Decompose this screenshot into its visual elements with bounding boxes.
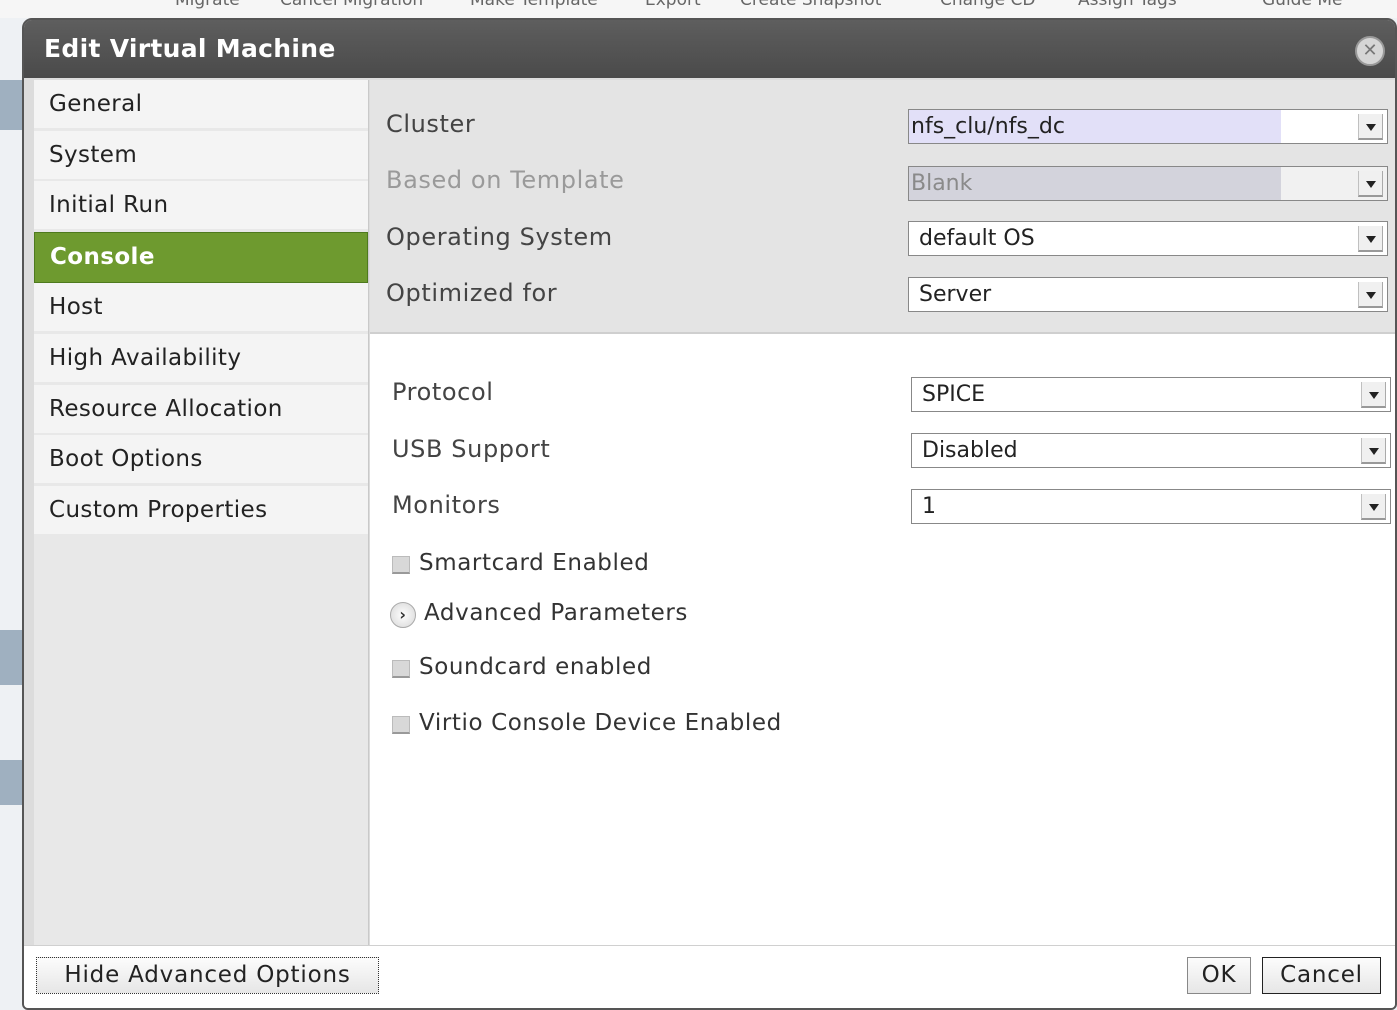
- template-select: Blank: [908, 166, 1388, 201]
- usb-label: USB Support: [392, 435, 551, 463]
- hide-advanced-options-button[interactable]: Hide Advanced Options: [36, 957, 379, 994]
- sidebar-item-resource-allocation[interactable]: Resource Allocation: [34, 385, 368, 433]
- bg-toolbar-item: Change CD: [940, 0, 1036, 10]
- os-label: Operating System: [386, 223, 613, 251]
- dialog-footer: Hide Advanced Options OK Cancel: [24, 945, 1395, 1008]
- background-strip: [0, 630, 22, 685]
- monitors-select[interactable]: 1: [911, 489, 1391, 524]
- content-panel: Cluster nfs_clu/nfs_dc Based on Template…: [370, 80, 1395, 945]
- soundcard-checkbox[interactable]: [392, 660, 410, 678]
- sidebar-item-initial-run[interactable]: Initial Run: [34, 181, 368, 229]
- bg-toolbar-item: Export: [645, 0, 701, 10]
- cluster-select[interactable]: nfs_clu/nfs_dc: [908, 109, 1388, 144]
- bg-toolbar-item: Create Snapshot: [740, 0, 882, 10]
- protocol-value: SPICE: [922, 382, 985, 407]
- bg-toolbar-item: Guide Me: [1262, 0, 1343, 10]
- virtio-checkbox[interactable]: [392, 716, 410, 734]
- cancel-button[interactable]: Cancel: [1262, 957, 1381, 994]
- template-label: Based on Template: [386, 166, 625, 194]
- optimized-value: Server: [919, 282, 992, 307]
- edit-vm-dialog: Edit Virtual Machine ✕ General System In…: [22, 18, 1397, 1010]
- usb-select[interactable]: Disabled: [911, 433, 1391, 468]
- chevron-down-icon: [1358, 114, 1383, 140]
- protocol-select[interactable]: SPICE: [911, 377, 1391, 412]
- chevron-down-icon: [1361, 382, 1386, 408]
- sidebar-item-console[interactable]: Console: [34, 232, 368, 283]
- bg-toolbar-item: Make Template: [470, 0, 598, 10]
- os-value: default OS: [919, 226, 1035, 251]
- sidebar-item-host[interactable]: Host: [34, 283, 368, 331]
- sidebar-item-general[interactable]: General: [34, 80, 368, 128]
- bg-toolbar-item: Assign Tags: [1078, 0, 1177, 10]
- sidebar-item-system[interactable]: System: [34, 131, 368, 179]
- monitors-label: Monitors: [392, 491, 501, 519]
- chevron-down-icon: [1358, 282, 1383, 308]
- close-icon[interactable]: ✕: [1355, 36, 1385, 66]
- bg-toolbar-item: Migrate: [175, 0, 240, 10]
- advanced-parameters-label: Advanced Parameters: [424, 600, 688, 626]
- usb-value: Disabled: [922, 438, 1018, 463]
- chevron-down-icon: [1358, 226, 1383, 252]
- chevron-down-icon: [1358, 171, 1383, 197]
- protocol-label: Protocol: [392, 378, 494, 406]
- smartcard-label: Smartcard Enabled: [419, 550, 650, 576]
- sidebar-item-high-availability[interactable]: High Availability: [34, 334, 368, 382]
- template-value: Blank: [911, 171, 973, 196]
- cluster-label: Cluster: [386, 110, 476, 138]
- background-strip: [0, 760, 22, 805]
- chevron-down-icon: [1361, 438, 1386, 464]
- optimized-label: Optimized for: [386, 279, 558, 307]
- background-strip: [0, 80, 22, 130]
- general-fields-panel: Cluster nfs_clu/nfs_dc Based on Template…: [370, 80, 1395, 334]
- bg-toolbar-item: Cancel Migration: [280, 0, 424, 10]
- chevron-right-icon: ›: [390, 602, 416, 628]
- sidebar-item-custom-properties[interactable]: Custom Properties: [34, 486, 368, 534]
- dialog-titlebar: Edit Virtual Machine ✕: [24, 20, 1395, 78]
- chevron-down-icon: [1361, 494, 1386, 520]
- virtio-label: Virtio Console Device Enabled: [419, 710, 782, 736]
- smartcard-checkbox[interactable]: [392, 556, 410, 574]
- ok-button[interactable]: OK: [1187, 957, 1251, 994]
- sidebar-item-boot-options[interactable]: Boot Options: [34, 435, 368, 483]
- dialog-title: Edit Virtual Machine: [44, 34, 336, 63]
- os-select[interactable]: default OS: [908, 221, 1388, 256]
- optimized-select[interactable]: Server: [908, 277, 1388, 312]
- soundcard-label: Soundcard enabled: [419, 654, 652, 680]
- background-toolbar: Migrate Cancel Migration Make Template E…: [0, 0, 1397, 18]
- cluster-value: nfs_clu/nfs_dc: [911, 114, 1065, 139]
- monitors-value: 1: [922, 494, 936, 519]
- sidebar: General System Initial Run Console Host …: [34, 80, 369, 945]
